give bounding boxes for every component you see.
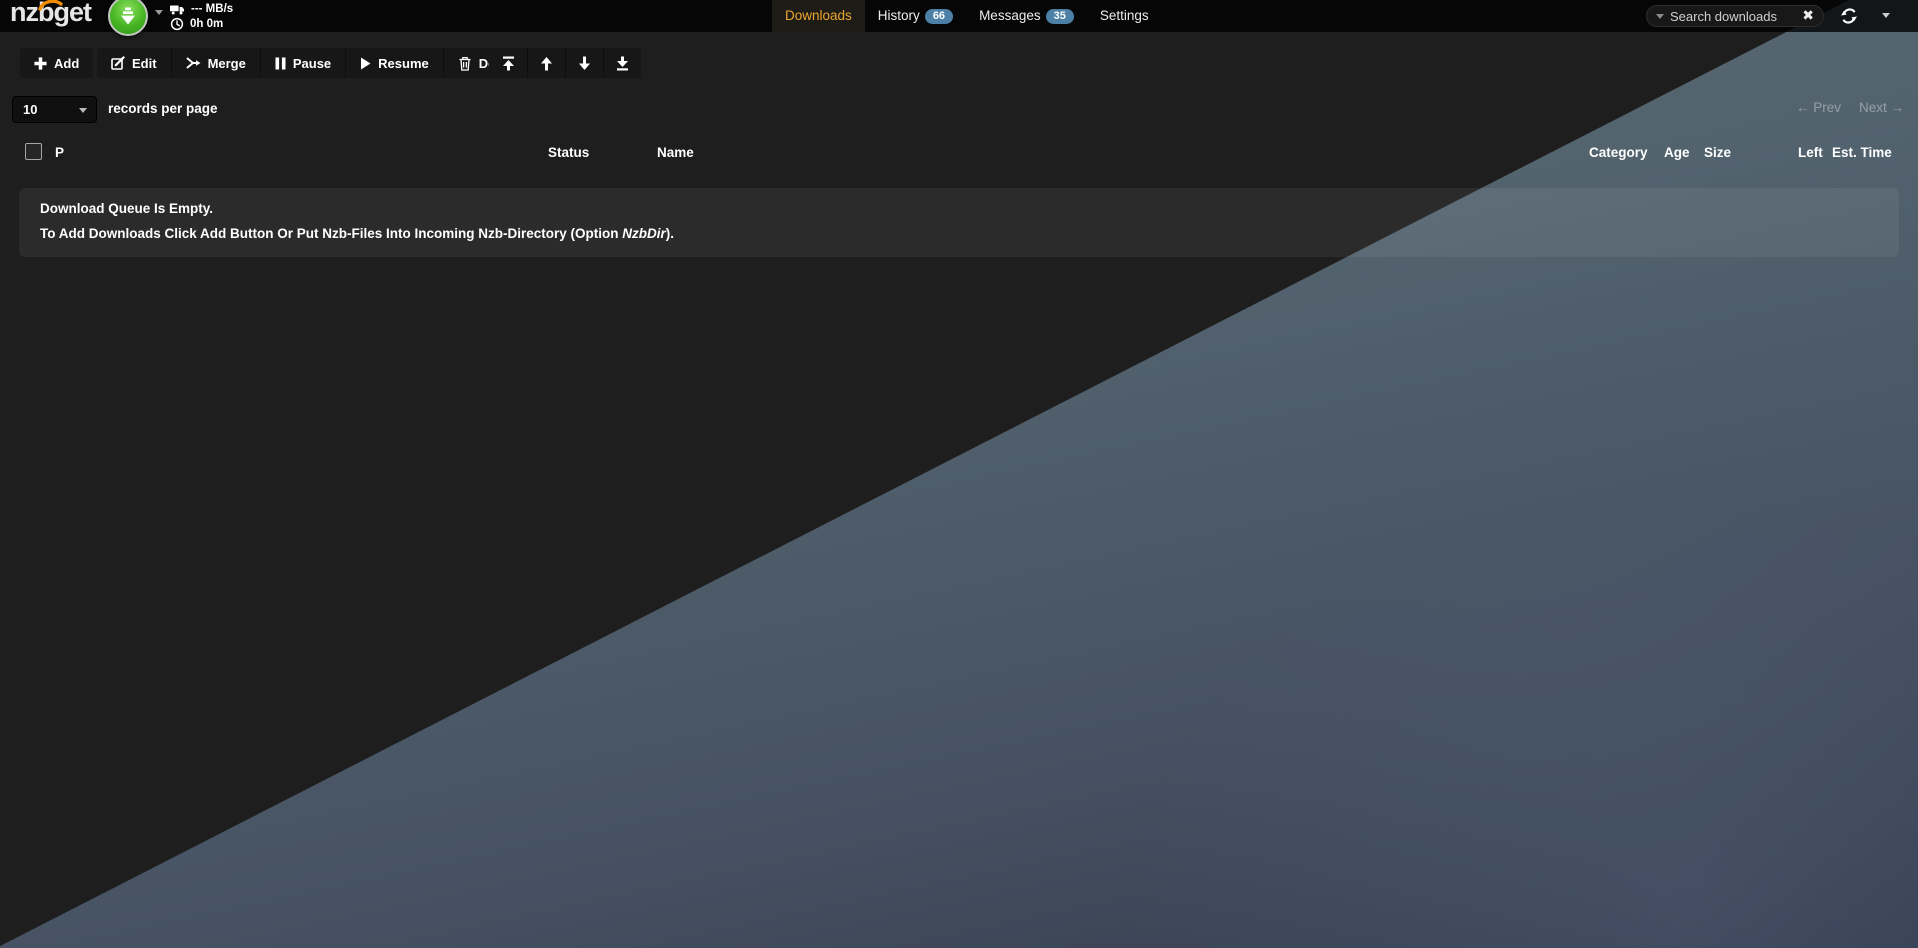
play-menu-caret-icon[interactable] [155,10,163,19]
search-box: ✖ [1646,5,1824,27]
edit-button[interactable]: Edit [97,48,171,78]
refresh-menu-caret-icon[interactable] [1882,13,1890,22]
merge-icon [186,56,201,70]
edit-icon [111,56,125,70]
column-status: Status [548,145,589,160]
queue-toolbar: Add Edit Merge Pause [0,48,1918,78]
records-per-page-value: 10 [23,102,37,117]
records-per-page-label: records per page [108,101,218,116]
pause-button[interactable]: Pause [260,48,345,78]
empty-queue-message-box: Download Queue Is Empty. To Add Download… [19,188,1899,257]
search-input[interactable] [1670,9,1796,24]
trash-icon [458,56,472,71]
column-name: Name [657,145,694,160]
pause-button-label: Pause [293,56,331,71]
download-arrow-icon [119,6,137,26]
empty-queue-instructions: To Add Downloads Click Add Button Or Put… [40,226,1878,241]
search-options-caret-icon[interactable] [1656,14,1664,23]
tab-history[interactable]: History 66 [865,0,966,32]
status-stats: --- MB/s 0h 0m [170,2,233,32]
messages-count-badge: 35 [1046,9,1074,24]
tab-settings[interactable]: Settings [1087,0,1162,32]
column-age: Age [1664,145,1690,160]
history-count-badge: 66 [925,9,953,24]
records-pagination-row: 10 records per page ← Prev Next → [0,96,1918,123]
refresh-button[interactable] [1840,7,1858,25]
truck-icon [170,3,185,15]
speed-value: --- MB/s [191,3,233,15]
records-per-page-select[interactable]: 10 [12,96,97,123]
move-down-button[interactable] [565,48,603,78]
play-icon [360,57,371,70]
merge-button-label: Merge [208,56,246,71]
move-to-top-button[interactable] [489,48,527,78]
plus-icon [34,57,47,70]
tab-messages[interactable]: Messages 35 [966,0,1087,32]
logo-arc-icon [38,0,64,11]
next-page-link[interactable]: Next → [1859,100,1904,115]
resume-button-label: Resume [378,56,429,71]
edit-actions-group: Edit Merge Pause Resume [97,48,532,78]
column-priority: P [55,145,64,160]
queue-table-header: P Status Name Category Age Size Left Est… [0,138,1918,168]
pause-icon [275,57,286,70]
column-size: Size [1704,145,1731,160]
arrow-down-icon [578,56,591,71]
tab-downloads-label: Downloads [785,8,852,23]
move-to-bottom-button[interactable] [603,48,641,78]
prev-page-link[interactable]: ← Prev [1796,100,1841,115]
select-all-checkbox[interactable] [25,143,42,160]
select-caret-icon [79,108,87,117]
instructions-text: To Add Downloads Click Add Button Or Put… [40,226,622,241]
main-tabs: Downloads History 66 Messages 35 Settings [772,0,1162,32]
add-button[interactable]: Add [20,48,93,78]
column-est-time: Est. Time [1832,145,1892,160]
tab-messages-label: Messages [979,8,1041,23]
tab-settings-label: Settings [1100,8,1149,23]
refresh-icon [1840,7,1858,25]
add-button-label: Add [54,56,79,71]
tab-history-label: History [878,8,920,23]
instructions-text-end: ). [666,226,674,241]
pagination: ← Prev Next → [1796,100,1904,115]
column-category: Category [1589,145,1648,160]
play-pause-all-button[interactable] [108,0,148,36]
top-navbar: nzbget --- MB/s [0,0,1918,32]
time-indicator[interactable]: 0h 0m [170,17,233,31]
arrow-to-top-icon [502,56,515,71]
merge-button[interactable]: Merge [171,48,260,78]
edit-button-label: Edit [132,56,157,71]
clock-icon [170,17,184,31]
tab-downloads[interactable]: Downloads [772,0,865,32]
speed-indicator[interactable]: --- MB/s [170,2,233,16]
arrow-to-bottom-icon [616,56,629,71]
time-value: 0h 0m [190,18,223,30]
column-left: Left [1798,145,1823,160]
resume-button[interactable]: Resume [345,48,443,78]
search-clear-icon[interactable]: ✖ [1802,9,1814,23]
move-actions-group [489,48,641,78]
empty-queue-title: Download Queue Is Empty. [40,201,1878,216]
option-name-text: NzbDir [622,226,666,241]
arrow-up-icon [540,56,553,71]
move-up-button[interactable] [527,48,565,78]
